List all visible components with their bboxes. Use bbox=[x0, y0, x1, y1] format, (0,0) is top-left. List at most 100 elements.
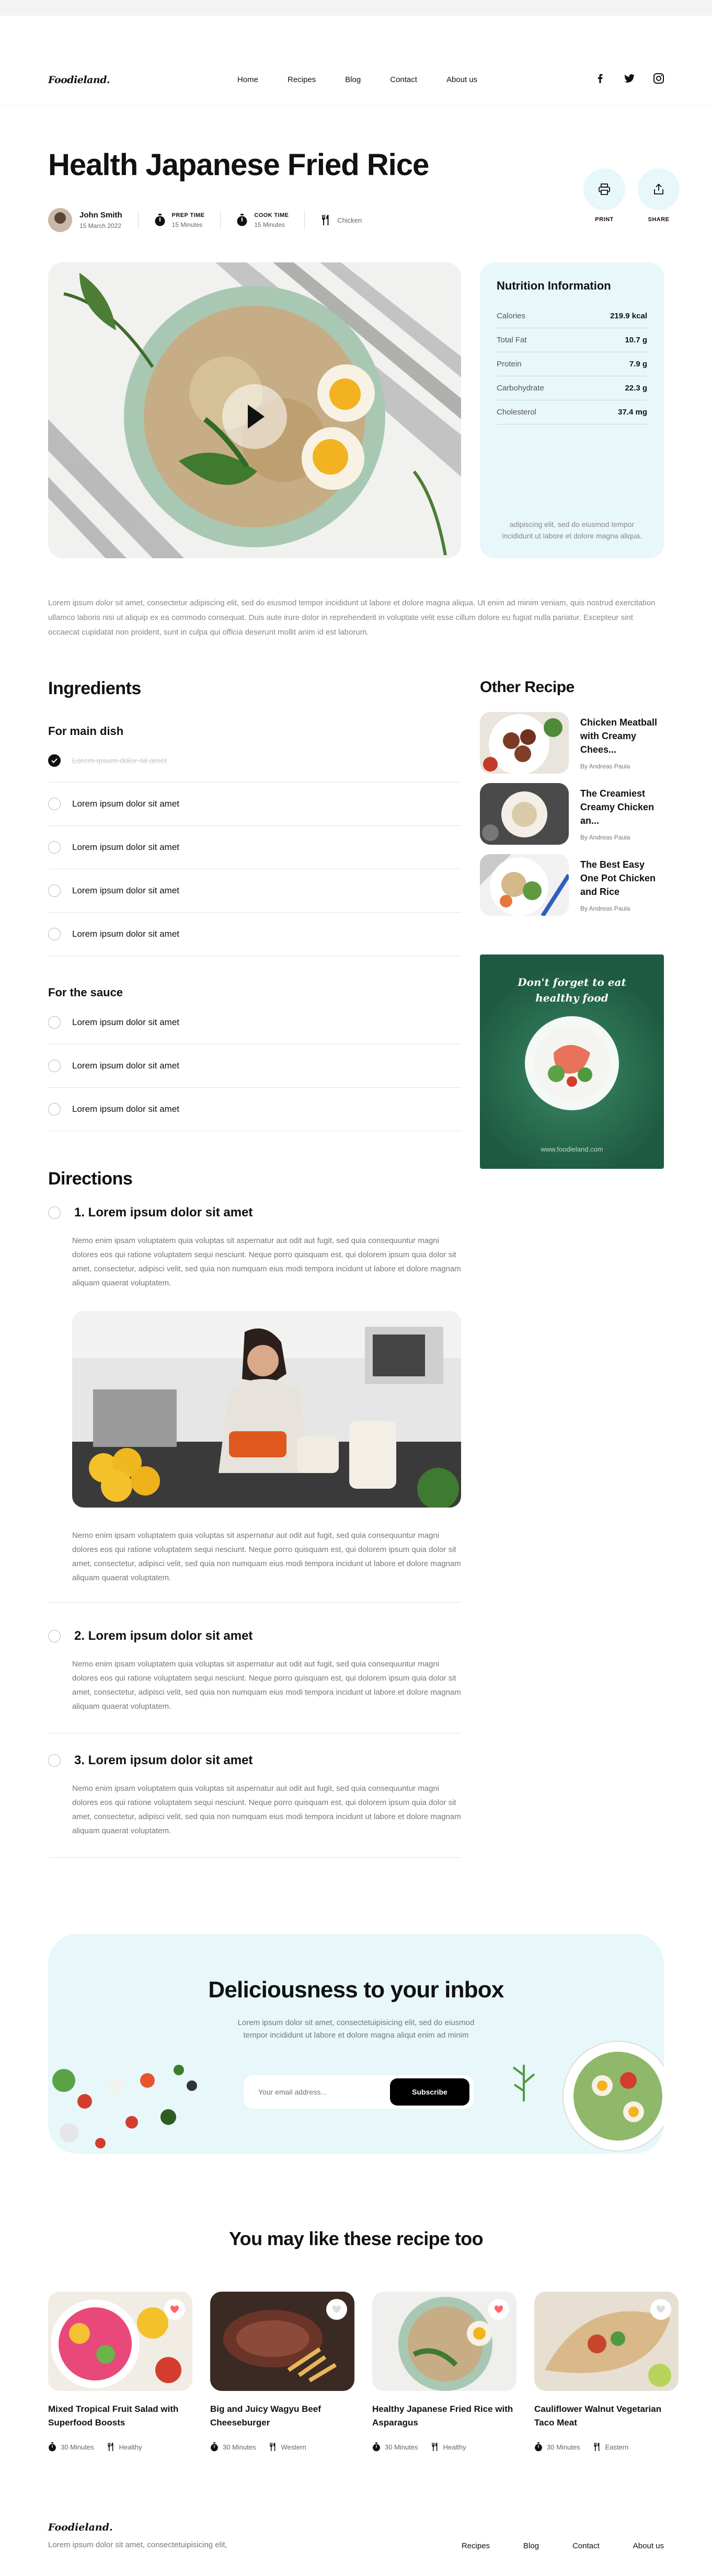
post-date: 15 March 2022 bbox=[79, 222, 122, 229]
ingredient-item[interactable]: Lorem ipsum dolor sit amet bbox=[48, 783, 461, 826]
checkbox[interactable] bbox=[48, 798, 61, 810]
other-recipe-name[interactable]: The Best Easy One Pot Chicken and Rice bbox=[580, 858, 664, 899]
step-title: 1. Lorem ipsum dolor sit amet bbox=[74, 1205, 253, 1220]
print-label: PRINT bbox=[595, 216, 614, 223]
salad-bowl-decoration bbox=[562, 2041, 664, 2152]
card-tag: Healthy bbox=[443, 2443, 466, 2451]
cook-time-label: COOK TIME bbox=[254, 212, 289, 218]
ingredient-item[interactable]: Lorem ipsum dolor sit amet bbox=[48, 1001, 461, 1044]
other-recipe-card[interactable]: The Creamiest Creamy Chicken an... By And… bbox=[480, 783, 664, 845]
herb-decoration bbox=[512, 2065, 535, 2101]
checkbox[interactable] bbox=[48, 1016, 61, 1029]
checkbox[interactable] bbox=[48, 1060, 61, 1072]
site-footer: Foodieland. Lorem ipsum dolor sit amet, … bbox=[48, 2522, 664, 2550]
other-recipe-card[interactable]: Chicken Meatball with Creamy Chees... By … bbox=[480, 712, 664, 774]
footer-link-about[interactable]: About us bbox=[633, 2542, 664, 2550]
salad-plate-image bbox=[525, 1016, 619, 1110]
newsletter-title: Deliciousness to your inbox bbox=[208, 1977, 504, 2003]
favorite-button[interactable] bbox=[164, 2299, 185, 2320]
social-links bbox=[595, 73, 664, 84]
newsletter-section: Deliciousness to your inbox Lorem ipsum … bbox=[48, 1934, 664, 2154]
twitter-icon[interactable] bbox=[624, 73, 635, 84]
ingredient-item[interactable]: Lorem ipsum dolor sit amet bbox=[48, 826, 461, 869]
recipe-hero-video[interactable] bbox=[48, 262, 461, 558]
nutrition-row: Cholesterol 37.4 mg bbox=[497, 400, 647, 424]
footer-link-recipes[interactable]: Recipes bbox=[462, 2542, 490, 2550]
favorite-button[interactable] bbox=[488, 2299, 509, 2320]
recipe-card-title: Big and Juicy Wagyu Beef Cheeseburger bbox=[210, 2404, 321, 2428]
instagram-icon[interactable] bbox=[653, 73, 664, 84]
ingredient-item[interactable]: Lorem ipsum dolor sit amet bbox=[48, 1088, 461, 1131]
footer-logo[interactable]: Foodieland. bbox=[48, 2522, 664, 2533]
footer-link-contact[interactable]: Contact bbox=[572, 2542, 600, 2550]
ingredient-item[interactable]: Lorem ipsum dolor sit amet bbox=[48, 739, 461, 783]
favorite-button[interactable] bbox=[650, 2299, 671, 2320]
category-label[interactable]: Chicken bbox=[337, 216, 362, 224]
author-name[interactable]: John Smith bbox=[79, 211, 122, 220]
newsletter-text: Lorem ipsum dolor sit amet, consectetuip… bbox=[237, 2018, 475, 2040]
site-logo[interactable]: Foodieland. bbox=[48, 74, 110, 86]
promo-site[interactable]: www.foodieland.com bbox=[480, 1145, 664, 1153]
step-checkbox[interactable] bbox=[48, 1630, 61, 1642]
nutrition-row: Carbohydrate 22.3 g bbox=[497, 376, 647, 400]
nutrition-note: adipiscing elit, sed do eiusmod tempor i… bbox=[502, 520, 642, 540]
recipe-card[interactable]: Mixed Tropical Fruit Salad with Superfoo… bbox=[48, 2292, 192, 2452]
nav-contact[interactable]: Contact bbox=[390, 75, 417, 84]
other-recipe-card[interactable]: The Best Easy One Pot Chicken and Rice By… bbox=[480, 854, 664, 916]
other-recipe-author: By Andreas Paula bbox=[580, 905, 630, 912]
heart-icon bbox=[656, 2305, 665, 2313]
nav-about[interactable]: About us bbox=[446, 75, 477, 84]
sauce-title: For the sauce bbox=[48, 986, 123, 999]
browser-top-strip bbox=[0, 0, 712, 16]
other-recipe-author: By Andreas Paula bbox=[580, 763, 630, 770]
avatar bbox=[48, 208, 72, 232]
recipe-thumbnail bbox=[480, 854, 569, 916]
other-recipe-name[interactable]: The Creamiest Creamy Chicken an... bbox=[580, 787, 664, 827]
step-title: 3. Lorem ipsum dolor sit amet bbox=[74, 1753, 253, 1767]
fork-knife-icon bbox=[269, 2443, 275, 2451]
checkbox[interactable] bbox=[48, 1103, 61, 1116]
footer-link-blog[interactable]: Blog bbox=[523, 2542, 539, 2550]
timer-icon bbox=[535, 2442, 542, 2452]
step-checkbox[interactable] bbox=[48, 1206, 61, 1219]
nav-recipes[interactable]: Recipes bbox=[288, 75, 316, 84]
checkbox[interactable] bbox=[48, 841, 61, 854]
checkbox[interactable] bbox=[48, 884, 61, 897]
heart-icon bbox=[494, 2305, 503, 2313]
direction-step: 2. Lorem ipsum dolor sit amet Nemo enim … bbox=[48, 1629, 461, 1733]
ingredient-item[interactable]: Lorem ipsum dolor sit amet bbox=[48, 869, 461, 913]
recipe-card-title: Healthy Japanese Fried Rice with Asparag… bbox=[372, 2404, 513, 2428]
divider bbox=[304, 211, 305, 229]
step-text-extra: Nemo enim ipsam voluptatem quia voluptas… bbox=[72, 1531, 461, 1582]
share-label: SHARE bbox=[648, 216, 670, 223]
checkbox-checked[interactable] bbox=[48, 754, 61, 767]
recipe-card-title: Cauliflower Walnut Vegetarian Taco Meat bbox=[534, 2404, 662, 2428]
checkbox[interactable] bbox=[48, 928, 61, 940]
promo-banner[interactable]: Don't forget to eat healthy food www.food… bbox=[480, 954, 664, 1169]
prep-time-label: PREP TIME bbox=[171, 212, 205, 218]
recipe-meta: John Smith 15 March 2022 PREP TIME 15 Min… bbox=[48, 206, 362, 234]
card-tag: Eastern bbox=[605, 2443, 629, 2451]
divider bbox=[220, 211, 221, 229]
facebook-icon[interactable] bbox=[595, 73, 605, 84]
recipe-card[interactable]: Healthy Japanese Fried Rice with Asparag… bbox=[372, 2292, 516, 2452]
print-button[interactable] bbox=[583, 168, 625, 210]
email-input[interactable] bbox=[258, 2088, 390, 2096]
recipe-card[interactable]: Cauliflower Walnut Vegetarian Taco Meat … bbox=[534, 2292, 679, 2452]
nav-blog[interactable]: Blog bbox=[345, 75, 361, 84]
step-text: Nemo enim ipsam voluptatem quia voluptas… bbox=[72, 1660, 461, 1711]
ingredient-item[interactable]: Lorem ipsum dolor sit amet bbox=[48, 913, 461, 956]
favorite-button[interactable] bbox=[326, 2299, 347, 2320]
newsletter-form: Subscribe bbox=[244, 2075, 474, 2109]
nav-home[interactable]: Home bbox=[237, 75, 258, 84]
subscribe-button[interactable]: Subscribe bbox=[390, 2078, 469, 2106]
step-text: Nemo enim ipsam voluptatem quia voluptas… bbox=[72, 1784, 461, 1835]
recipe-card[interactable]: Big and Juicy Wagyu Beef Cheeseburger 30… bbox=[210, 2292, 354, 2452]
ingredient-item[interactable]: Lorem ipsum dolor sit amet bbox=[48, 1044, 461, 1088]
other-recipe-name[interactable]: Chicken Meatball with Creamy Chees... bbox=[580, 716, 664, 756]
card-tag: Healthy bbox=[119, 2443, 142, 2451]
step-checkbox[interactable] bbox=[48, 1754, 61, 1767]
category: Chicken bbox=[320, 215, 362, 225]
share-button[interactable] bbox=[638, 168, 680, 210]
recipe-thumbnail bbox=[480, 783, 569, 845]
